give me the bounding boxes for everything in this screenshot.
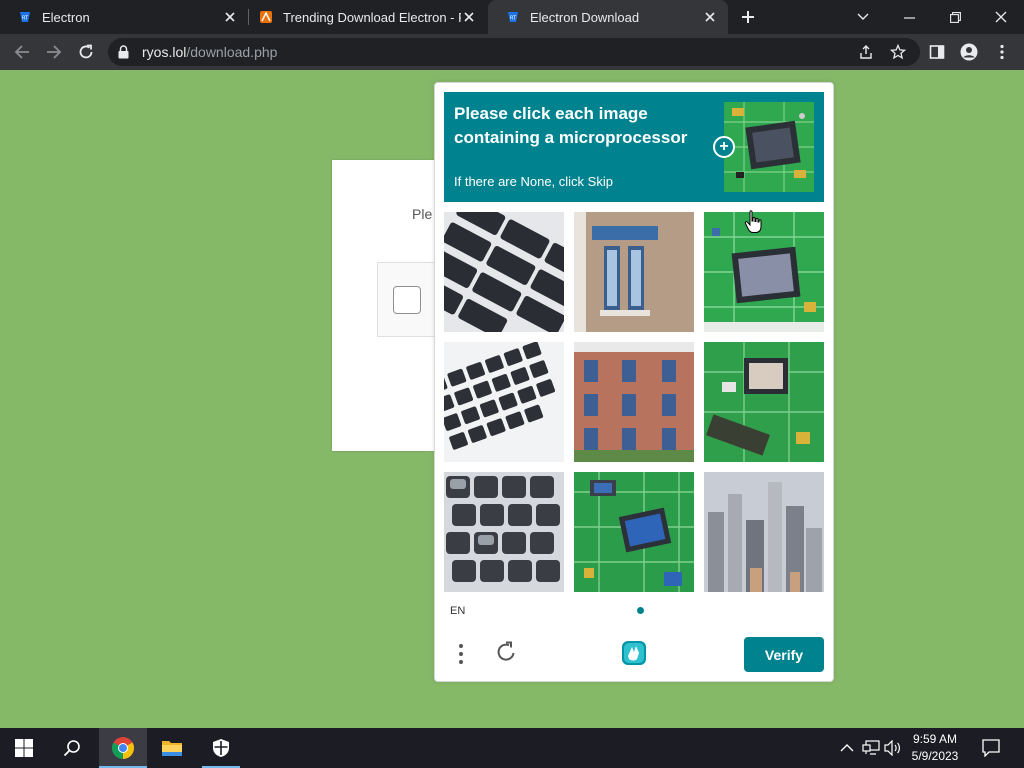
kebab-menu-icon (1000, 44, 1004, 60)
captcha-menu-button[interactable] (447, 640, 475, 668)
tab-close-icon[interactable] (702, 9, 718, 25)
captcha-tile-keyboard[interactable] (444, 212, 564, 332)
arrow-right-icon (47, 45, 62, 59)
captcha-tile-keyboard[interactable] (444, 472, 564, 592)
chrome-icon (112, 737, 134, 759)
system-clock[interactable]: 9:59 AM 5/9/2023 (905, 731, 965, 765)
profile-button[interactable] (955, 38, 983, 66)
hcaptcha-logo (618, 637, 650, 669)
enlarge-example-button[interactable]: + (713, 136, 735, 158)
verify-button[interactable]: Verify (744, 637, 824, 672)
card-prompt-text: Ple (412, 206, 433, 222)
side-panel-button[interactable] (923, 38, 951, 66)
captcha-skip-hint: If there are None, click Skip (454, 174, 613, 189)
defender-icon (213, 739, 229, 757)
minimize-icon (903, 16, 915, 19)
tab-title: Trending Download Electron - Ry (283, 9, 461, 25)
url-path: /download.php (186, 44, 278, 60)
chevron-up-icon[interactable] (840, 741, 854, 755)
share-button[interactable] (852, 38, 880, 66)
tab-title: Electron (42, 9, 90, 25)
arrow-left-icon (14, 45, 29, 59)
plus-icon (742, 11, 754, 23)
tab-title: Electron Download (530, 9, 640, 25)
svg-text:RT: RT (510, 16, 517, 22)
example-microprocessor-image[interactable] (724, 102, 814, 192)
url-text: ryos.lol/download.php (142, 44, 277, 60)
svg-text:RT: RT (22, 16, 29, 22)
taskbar-chrome[interactable] (99, 728, 147, 768)
side-panel-icon (929, 45, 945, 59)
profile-icon (960, 43, 978, 61)
refresh-icon (497, 641, 515, 661)
captcha-tile-keyboard[interactable] (444, 342, 564, 462)
captcha-tile-building[interactable] (574, 212, 694, 332)
tab-electron[interactable]: RT Electron (0, 0, 248, 34)
tab-electron-download[interactable]: RT Electron Download (488, 0, 728, 34)
restore-icon (949, 11, 961, 23)
clock-time: 9:59 AM (912, 732, 958, 746)
reload-icon (79, 44, 93, 59)
captcha-tile-microprocessor[interactable] (704, 342, 824, 462)
clock-date: 5/9/2023 (911, 749, 959, 763)
captcha-checkbox[interactable] (393, 286, 421, 314)
captcha-tile-microprocessor[interactable] (704, 212, 824, 332)
search-icon (63, 740, 80, 757)
star-icon (890, 44, 906, 60)
menu-button[interactable] (988, 38, 1016, 66)
tab-close-icon[interactable] (222, 9, 238, 25)
minimize-button[interactable] (886, 0, 932, 34)
electron-favicon-icon: RT (508, 12, 518, 22)
network-icon[interactable] (862, 740, 880, 756)
captcha-tile-building[interactable] (574, 342, 694, 462)
bookmark-button[interactable] (884, 38, 912, 66)
chevron-down-icon (857, 13, 869, 20)
url-host: ryos.lol (142, 44, 187, 60)
language-selector[interactable]: EN (450, 605, 465, 617)
back-button[interactable] (8, 38, 36, 66)
taskbar-defender[interactable] (197, 728, 245, 768)
new-tab-button[interactable] (725, 0, 771, 34)
notifications-icon[interactable] (982, 739, 1000, 757)
electron-favicon-icon: RT (20, 12, 30, 22)
close-icon (995, 11, 1007, 23)
reload-button[interactable] (72, 38, 100, 66)
share-icon (860, 45, 872, 59)
captcha-tile-microprocessor[interactable] (574, 472, 694, 592)
start-button[interactable] (0, 728, 48, 768)
start-icon (15, 739, 33, 757)
kebab-menu-icon (459, 644, 463, 664)
hand-cursor-icon (744, 210, 762, 233)
lock-icon[interactable] (118, 45, 129, 59)
close-window-button[interactable] (978, 0, 1024, 34)
file-explorer-icon (162, 741, 182, 756)
captcha-tile-city[interactable] (704, 472, 824, 592)
hcaptcha-logo-icon (622, 641, 646, 665)
forward-button[interactable] (40, 38, 68, 66)
tab-trending-download[interactable]: Trending Download Electron - Ry (249, 0, 487, 34)
volume-icon[interactable] (884, 740, 902, 756)
challenge-progress-dot (637, 607, 644, 614)
taskbar-file-explorer[interactable] (148, 728, 196, 768)
tab-close-icon[interactable] (461, 9, 477, 25)
captcha-prompt-text: Please click each image containing a mic… (454, 104, 688, 147)
restore-button[interactable] (932, 0, 978, 34)
ryos-favicon-icon (260, 11, 272, 23)
tab-search-button[interactable] (840, 0, 886, 34)
taskbar-search-button[interactable] (48, 728, 96, 768)
refresh-challenge-button[interactable] (492, 638, 520, 666)
